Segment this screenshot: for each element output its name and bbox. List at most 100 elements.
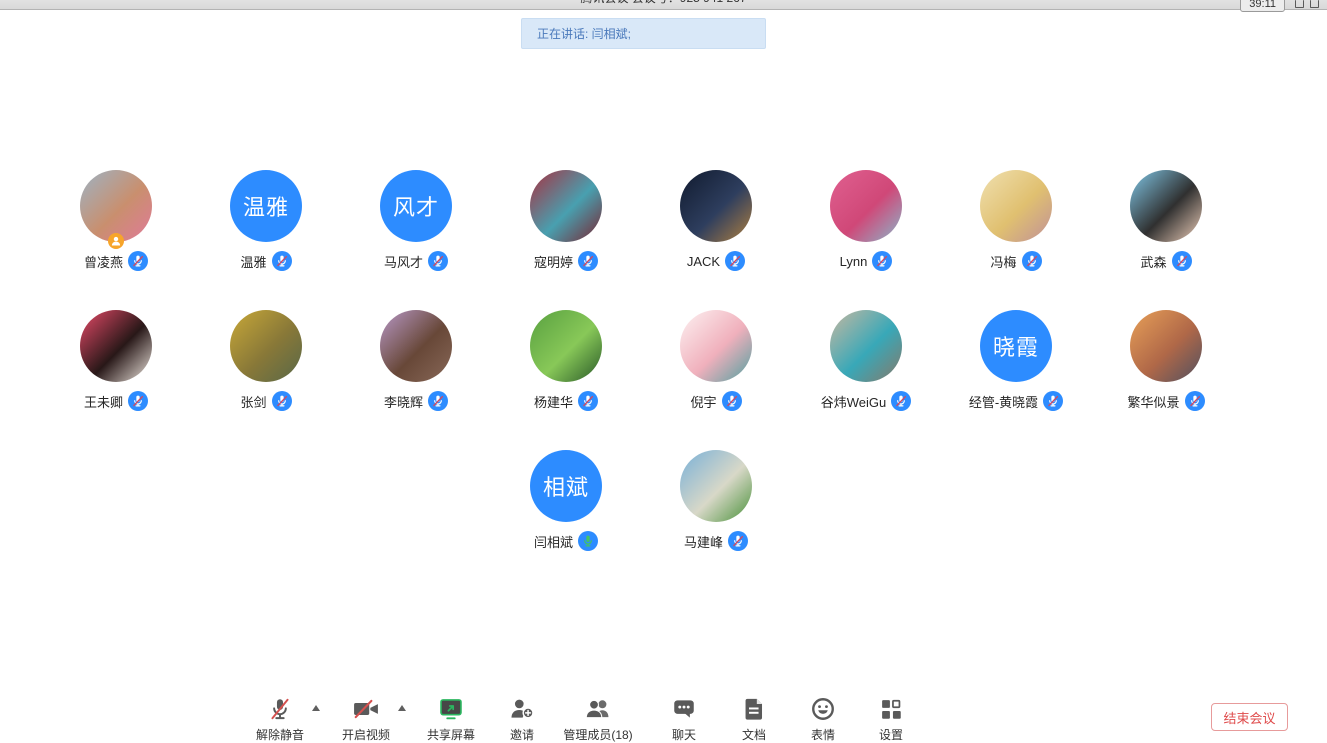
caret-up-icon[interactable] <box>398 705 406 711</box>
participant-tile[interactable]: 晓霞经管-黄晓霞 <box>941 310 1091 422</box>
participant-tile[interactable]: 风才马风才 <box>341 170 491 282</box>
participant-tile[interactable]: 倪宇 <box>641 310 791 422</box>
participant-name-row: 繁华似景 <box>1091 391 1241 411</box>
participant-name: JACK <box>687 254 720 269</box>
mic-muted-icon <box>1185 391 1205 411</box>
toolbar-button-label: 文档 <box>742 726 766 743</box>
participant-tile[interactable]: 冯梅 <box>941 170 1091 282</box>
participant-tile[interactable]: 张剑 <box>191 310 341 422</box>
toolbar-button-start-video[interactable]: 开启视频 <box>342 695 390 743</box>
speaking-banner-text: 正在讲话: 闫相斌; <box>537 25 631 42</box>
docs-icon <box>741 695 767 723</box>
toolbar-button-invite[interactable]: 邀请 <box>509 695 535 743</box>
participant-tile[interactable]: 杨建华 <box>491 310 641 422</box>
mic-muted-icon <box>891 391 911 411</box>
avatar <box>80 170 152 242</box>
participant-tile[interactable]: 寇明婷 <box>491 170 641 282</box>
window-titlebar[interactable]: 腾讯会议 会议号：925 941 267 39:11 <box>0 0 1327 10</box>
participant-name: 闫相斌 <box>534 532 573 551</box>
members-icon <box>584 695 612 723</box>
participant-name-row: 温雅 <box>191 251 341 271</box>
participant-name-row: 张剑 <box>191 391 341 411</box>
avatar: 温雅 <box>230 170 302 242</box>
participant-tile[interactable]: 王未卿 <box>41 310 191 422</box>
toolbar-button-settings[interactable]: 设置 <box>878 695 904 743</box>
window-title: 腾讯会议 会议号：925 941 267 <box>580 0 746 6</box>
screen-share-icon <box>437 695 465 723</box>
avatar <box>1130 310 1202 382</box>
camera-off-icon <box>351 695 381 723</box>
participant-tile[interactable]: 武森 <box>1091 170 1241 282</box>
mic-muted-icon <box>728 531 748 551</box>
participant-name-row: 马建峰 <box>641 531 791 551</box>
meeting-timer: 39:11 <box>1240 0 1285 12</box>
participant-name: 温雅 <box>240 252 266 271</box>
toolbar-button-members[interactable]: 管理成员(18) <box>563 695 632 743</box>
speaking-banner: 正在讲话: 闫相斌; <box>521 18 766 49</box>
participant-name: 曾凌燕 <box>84 252 123 271</box>
participant-tile[interactable]: 马建峰 <box>641 450 791 562</box>
participant-name: 李晓辉 <box>384 392 423 411</box>
participant-name: 王未卿 <box>84 392 123 411</box>
settings-icon <box>878 695 904 723</box>
participant-tile[interactable]: 繁华似景 <box>1091 310 1241 422</box>
mic-muted-icon <box>1022 251 1042 271</box>
avatar <box>830 310 902 382</box>
avatar: 相斌 <box>530 450 602 522</box>
participant-name-row: JACK <box>641 251 791 271</box>
toolbar-button-docs[interactable]: 文档 <box>741 695 767 743</box>
participant-tile[interactable]: 相斌闫相斌 <box>491 450 641 562</box>
participant-name-row: 曾凌燕 <box>41 251 191 271</box>
mic-muted-icon <box>1043 391 1063 411</box>
toolbar-button-share-screen[interactable]: 共享屏幕 <box>427 695 475 743</box>
participant-tile[interactable]: 谷炜WeiGu <box>791 310 941 422</box>
window-control-icon[interactable] <box>1310 0 1319 8</box>
mic-muted-icon <box>872 251 892 271</box>
participant-name: 杨建华 <box>534 392 573 411</box>
participant-tile[interactable]: 曾凌燕 <box>41 170 191 282</box>
toolbar-button-chat[interactable]: 聊天 <box>671 695 697 743</box>
toolbar-button-label: 管理成员(18) <box>563 726 632 743</box>
toolbar-button-label: 表情 <box>811 726 835 743</box>
toolbar-button-label: 聊天 <box>672 726 696 743</box>
toolbar-button-label: 解除静音 <box>256 726 304 743</box>
toolbar-button-label: 邀请 <box>510 726 534 743</box>
mic-muted-icon <box>578 251 598 271</box>
participant-name-row: 谷炜WeiGu <box>791 391 941 411</box>
participant-tile[interactable]: 李晓辉 <box>341 310 491 422</box>
participant-name: 经管-黄晓霞 <box>969 392 1038 411</box>
end-meeting-button[interactable]: 结束会议 <box>1211 703 1288 731</box>
window-control-icon[interactable] <box>1295 0 1304 8</box>
mic-muted-icon <box>725 251 745 271</box>
mic-muted-icon <box>267 695 293 723</box>
mic-muted-icon <box>128 391 148 411</box>
participant-tile[interactable]: 温雅温雅 <box>191 170 341 282</box>
caret-up-icon[interactable] <box>312 705 320 711</box>
participant-name-row: 王未卿 <box>41 391 191 411</box>
participant-name: 武森 <box>1140 252 1166 271</box>
mic-muted-icon <box>128 251 148 271</box>
participant-name: 马建峰 <box>684 532 723 551</box>
avatar <box>980 170 1052 242</box>
participant-name-row: 李晓辉 <box>341 391 491 411</box>
participant-tile[interactable]: JACK <box>641 170 791 282</box>
participant-name: 繁华似景 <box>1127 392 1179 411</box>
participant-name: 张剑 <box>240 392 266 411</box>
avatar <box>830 170 902 242</box>
participant-name-row: Lynn <box>791 251 941 271</box>
mic-muted-icon <box>428 391 448 411</box>
avatar: 风才 <box>380 170 452 242</box>
participant-tile[interactable]: Lynn <box>791 170 941 282</box>
participant-name-row: 马风才 <box>341 251 491 271</box>
chat-icon <box>671 695 697 723</box>
toolbar-button-emoji[interactable]: 表情 <box>810 695 836 743</box>
mic-muted-icon <box>1172 251 1192 271</box>
window-controls[interactable] <box>1295 0 1319 8</box>
participant-name-row: 倪宇 <box>641 391 791 411</box>
meeting-toolbar: 解除静音 开启视频共享屏幕邀请 管理成员(18) 聊天 文档 表情 设置 <box>0 695 1327 743</box>
mic-active-icon <box>578 531 598 551</box>
participant-name: 寇明婷 <box>534 252 573 271</box>
toolbar-button-unmute[interactable]: 解除静音 <box>256 695 304 743</box>
avatar <box>680 170 752 242</box>
participant-name-row: 寇明婷 <box>491 251 641 271</box>
